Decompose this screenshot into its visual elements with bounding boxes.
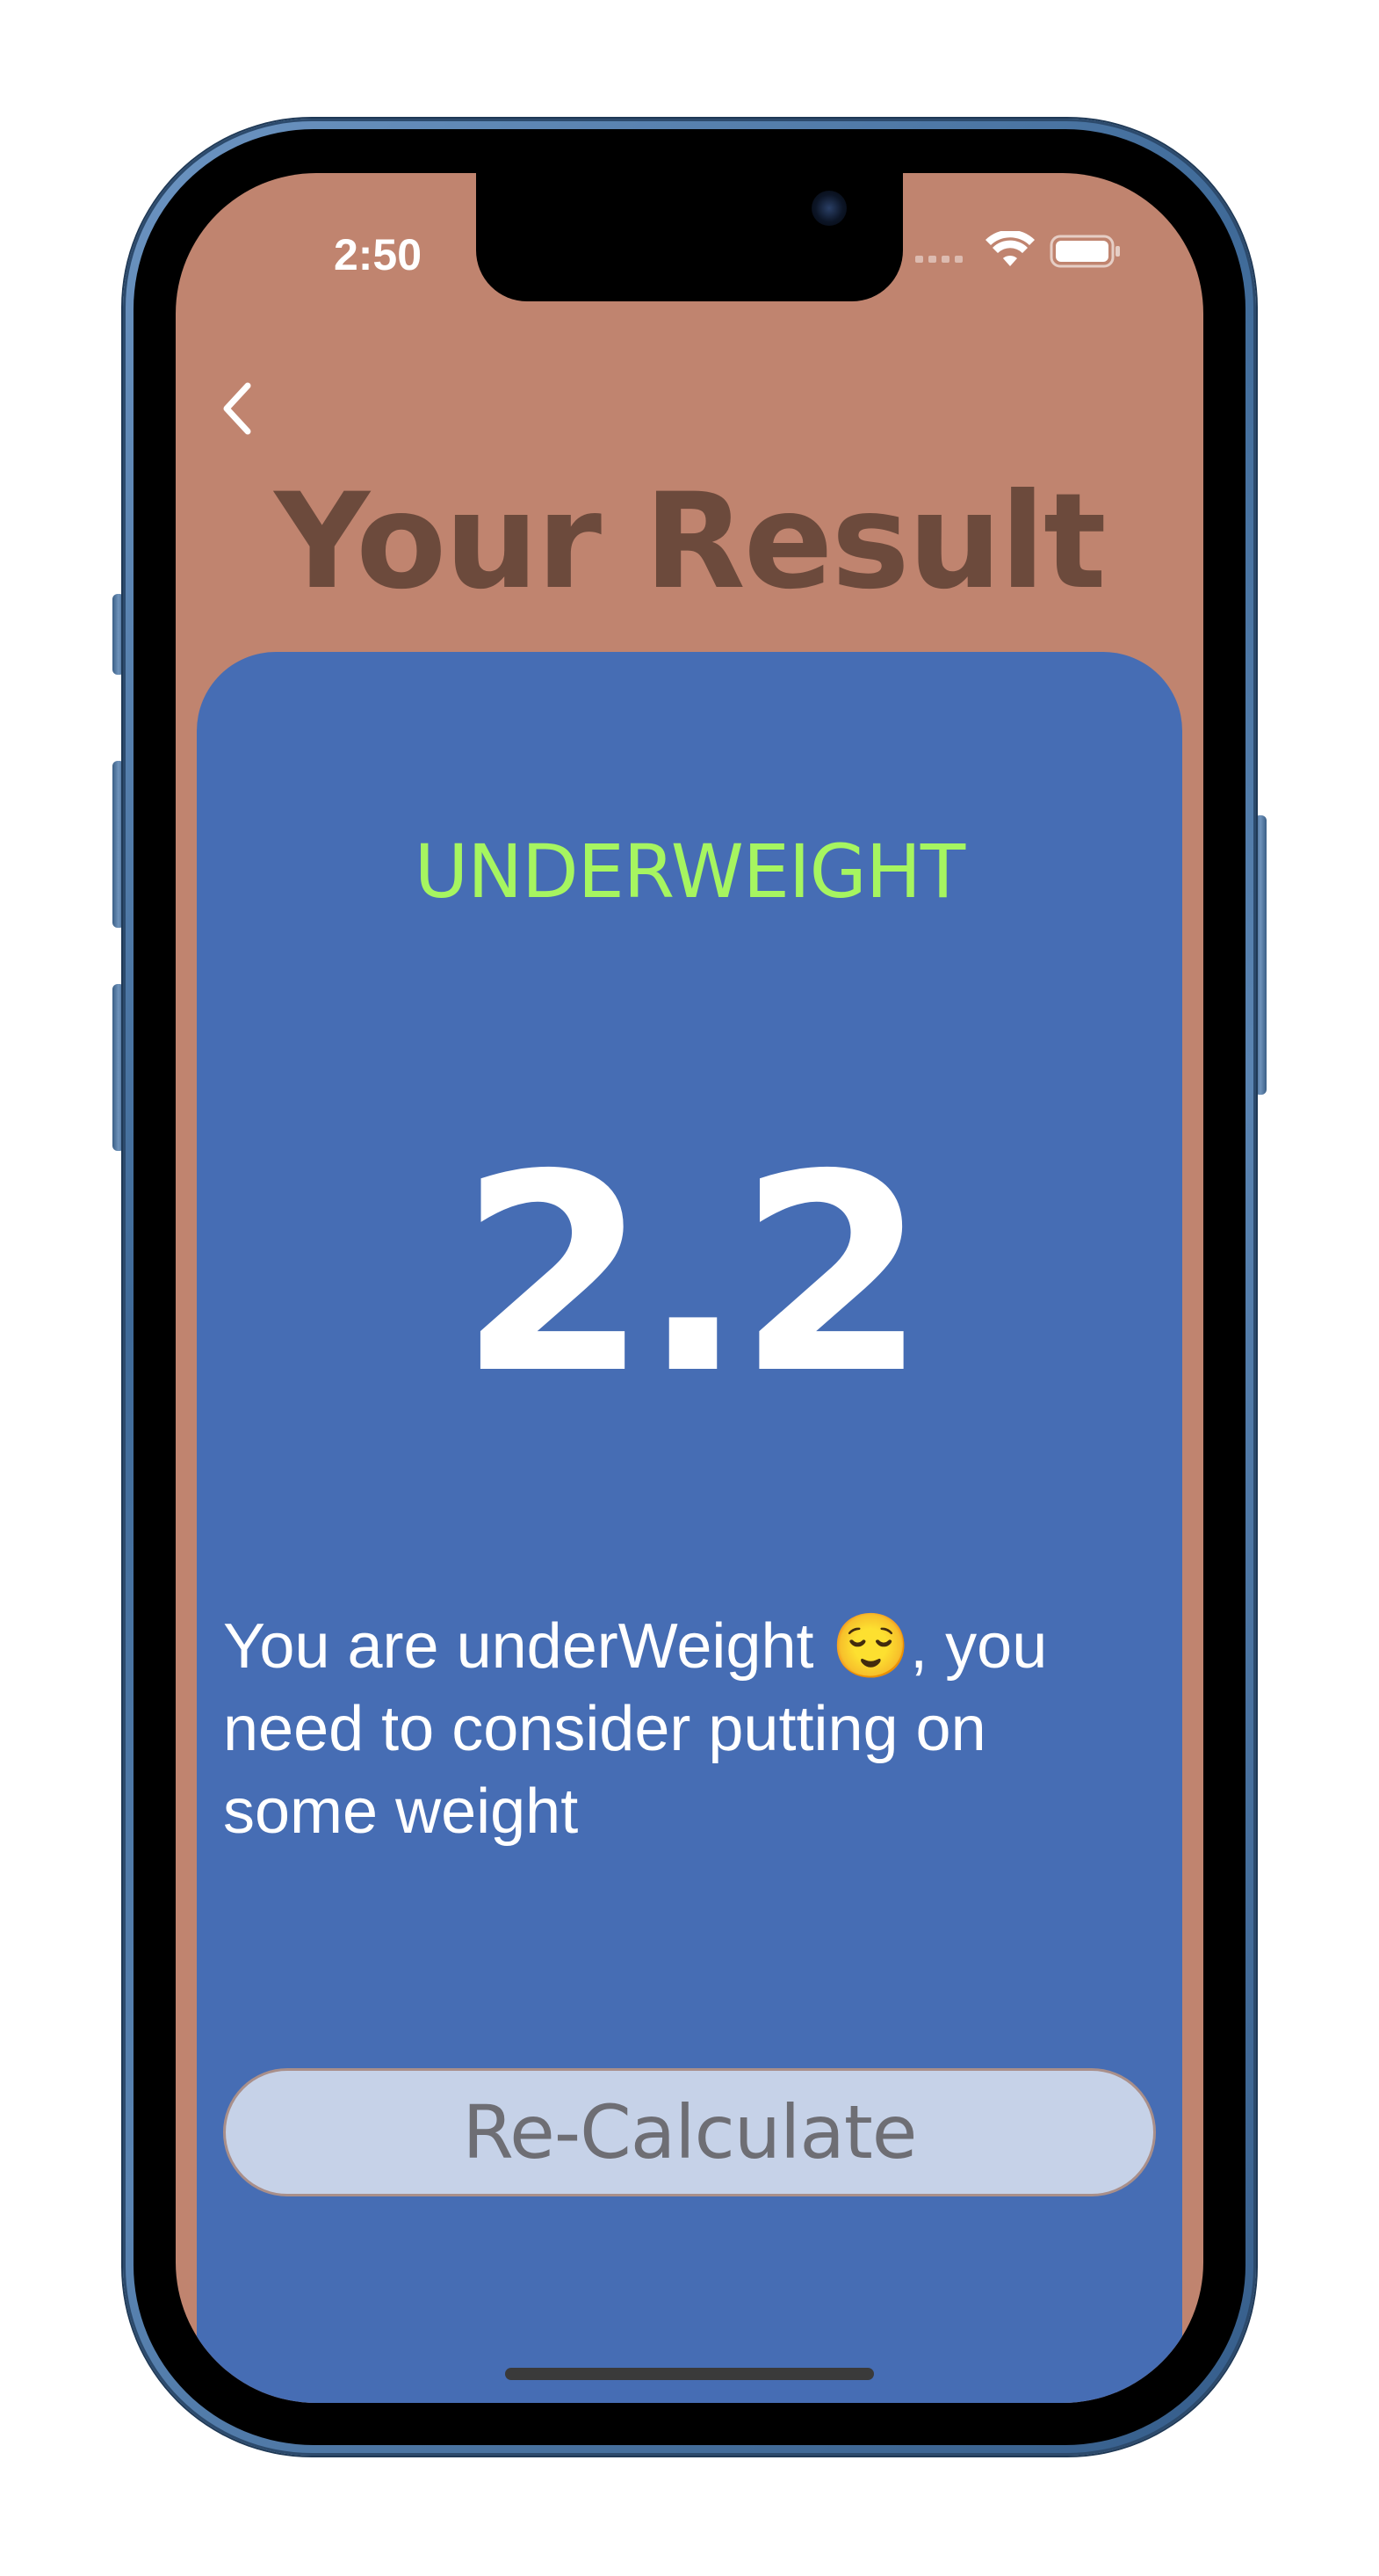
notch [476,173,903,301]
recalculate-button-label: Re-Calculate [462,2089,918,2175]
page-title: Your Result [274,466,1106,619]
page: 2:50 Your Result UNDERWEIGHT 2.2 You are… [0,0,1379,2576]
cellular-signal-icon [915,250,966,263]
bmi-value: 2.2 [458,1117,927,1434]
app-screen: 2:50 Your Result UNDERWEIGHT 2.2 You are… [176,173,1203,2403]
front-camera-icon [812,191,847,226]
result-status-label: UNDERWEIGHT [414,829,966,915]
back-button[interactable] [202,373,272,444]
recalculate-button[interactable]: Re-Calculate [223,2068,1156,2196]
result-card: UNDERWEIGHT 2.2 You are underWeight 😌, y… [197,652,1182,2403]
home-indicator[interactable] [505,2368,874,2380]
result-message: You are underWeight 😌, you need to consi… [223,1611,1048,1847]
wifi-icon [986,231,1035,266]
status-time: 2:50 [333,230,422,279]
power-button [1254,815,1267,1095]
battery-icon [1050,235,1120,268]
chevron-left-icon [223,382,251,435]
